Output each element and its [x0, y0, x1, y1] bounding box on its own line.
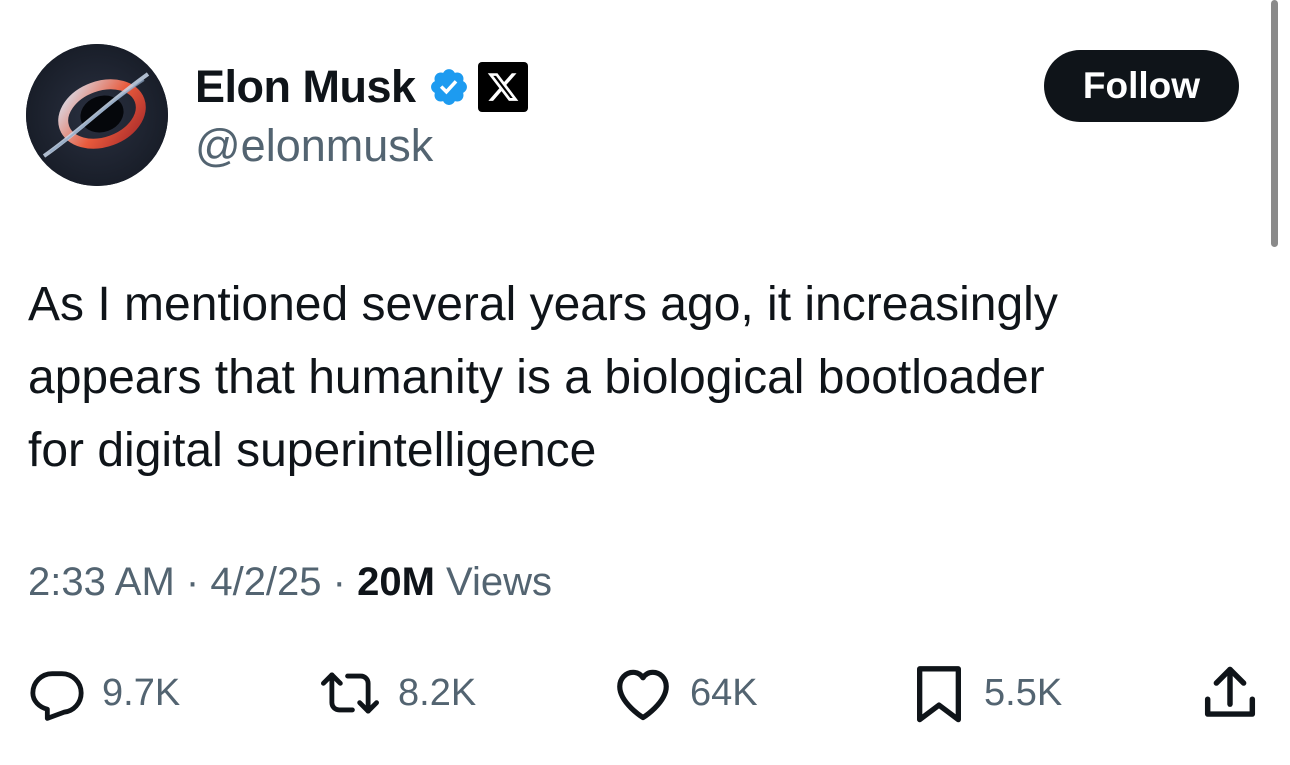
reply-icon — [30, 671, 84, 721]
repost-count: 8.2K — [398, 671, 477, 714]
views-label: Views — [446, 560, 553, 604]
like-button[interactable]: 64K — [612, 658, 758, 728]
tweet-meta: 2:33 AM · 4/2/25 · 20M Views — [28, 560, 552, 605]
verified-badge-icon[interactable] — [428, 66, 470, 108]
tweet-text-line: As I mentioned several years ago, it inc… — [28, 278, 1058, 331]
tweet-text-line: appears that humanity is a biological bo… — [28, 351, 1045, 404]
share-icon — [1204, 666, 1256, 717]
avatar-image — [26, 44, 168, 186]
follow-button[interactable]: Follow — [1044, 50, 1239, 122]
bookmark-icon — [917, 666, 961, 723]
bookmark-count: 5.5K — [984, 671, 1063, 714]
meta-separator: · — [332, 560, 358, 604]
meta-separator: · — [185, 560, 211, 604]
scrollbar[interactable] — [1271, 0, 1278, 247]
reply-count: 9.7K — [102, 671, 181, 714]
tweet-text: As I mentioned several years ago, it inc… — [28, 268, 1248, 487]
like-count: 64K — [690, 671, 758, 714]
tweet-actions: 9.7K 8.2K 64K 5.5K — [0, 658, 1290, 728]
author-handle[interactable]: @elonmusk — [195, 120, 433, 172]
author-name-row: Elon Musk — [195, 58, 528, 116]
heart-icon — [617, 669, 669, 721]
tweet-date[interactable]: 4/2/25 — [210, 560, 321, 604]
avatar[interactable] — [26, 44, 168, 186]
author-display-name[interactable]: Elon Musk — [195, 61, 416, 113]
x-logo-icon[interactable] — [477, 62, 528, 112]
repost-icon — [320, 672, 379, 714]
bookmark-button[interactable]: 5.5K — [910, 658, 1062, 728]
share-button[interactable] — [1200, 658, 1260, 728]
tweet-time[interactable]: 2:33 AM — [28, 560, 175, 604]
repost-button[interactable]: 8.2K — [318, 658, 476, 728]
reply-button[interactable]: 9.7K — [28, 658, 180, 728]
tweet-text-line: for digital superintelligence — [28, 424, 597, 477]
views-count: 20M — [357, 560, 435, 604]
